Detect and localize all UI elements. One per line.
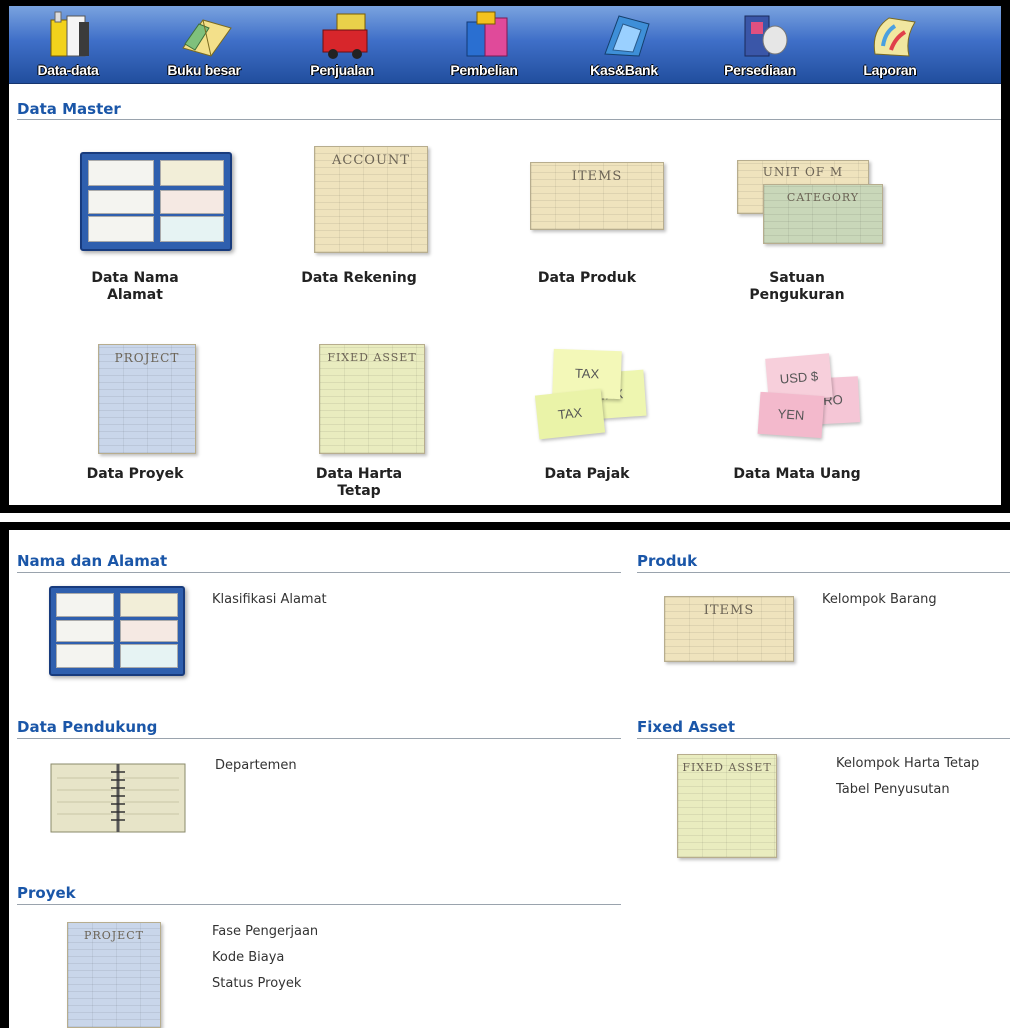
sheet-caption: ACCOUNT [332, 153, 410, 168]
section-divider [637, 572, 1010, 573]
main-toolbar: Data-data Buku besar Penjualan Pembelian… [9, 6, 1001, 84]
tile-label: Tetap [337, 483, 381, 499]
tile-label: Satuan [769, 270, 825, 286]
project-sheet-icon: PROJECT [65, 342, 205, 462]
sheet-caption: UNIT OF M [762, 165, 844, 179]
produk-title: Produk [637, 552, 698, 570]
fixed-asset-sheet-icon: FIXED ASSET [677, 754, 777, 858]
address-book-icon [65, 140, 232, 266]
tile-label: Data Proyek [86, 466, 184, 482]
toolbar-data-data-button[interactable]: Data-data [23, 8, 113, 82]
data-master-panel: Data-data Buku besar Penjualan Pembelian… [0, 0, 1010, 513]
link-departemen[interactable]: Departemen [215, 758, 297, 773]
shopping-bag-icon [466, 11, 508, 57]
currency-notes-icon: EURO USD $ YEN [727, 342, 867, 462]
tile-label: Pengukuran [749, 287, 845, 303]
toolbar-laporan-button[interactable]: Laporan [845, 8, 935, 82]
toolbar-label: Data-data [37, 62, 99, 78]
address-book-icon [49, 586, 187, 680]
tile-data-rekening[interactable]: ACCOUNT Data Rekening [289, 140, 429, 287]
tile-data-mata-uang[interactable]: EURO USD $ YEN Data Mata Uang [727, 342, 867, 483]
tile-data-harta-tetap[interactable]: FIXED ASSET Data Harta Tetap [289, 342, 429, 500]
toolbar-label: Penjualan [310, 62, 374, 78]
toolbar-persediaan-button[interactable]: Persediaan [715, 8, 805, 82]
section-divider [17, 904, 621, 905]
toolbar-kas-bank-button[interactable]: Kas&Bank [579, 8, 669, 82]
tile-satuan-pengukuran[interactable]: UNIT OF M CATEGORY Satuan Pengukuran [727, 140, 883, 304]
link-kode-biaya[interactable]: Kode Biaya [212, 950, 284, 965]
data-detail-panel: Nama dan Alamat Klasifikasi Alamat Produ… [0, 522, 1010, 1028]
tile-label: Data Mata Uang [733, 466, 861, 482]
sheet-caption: ITEMS [571, 169, 623, 184]
items-sheet-icon: ITEMS [517, 140, 664, 266]
tax-note: TAX [534, 388, 606, 440]
toolbar-penjualan-button[interactable]: Penjualan [297, 8, 387, 82]
bank-icon [604, 15, 650, 57]
currency-note: YEN [757, 391, 825, 439]
tile-data-pajak[interactable]: TAX TAX TAX Data Pajak [517, 342, 657, 483]
toolbar-label: Pembelian [450, 62, 518, 78]
tile-data-nama-alamat[interactable]: Data Nama Alamat [65, 140, 232, 304]
sheet-caption: FIXED ASSET [327, 351, 417, 364]
sheet-caption: PROJECT [114, 351, 180, 365]
proyek-title: Proyek [17, 884, 76, 902]
nama-alamat-title: Nama dan Alamat [17, 552, 168, 570]
notebook-icon [50, 763, 186, 833]
tile-label: Data Produk [537, 270, 637, 286]
items-sheet-icon: ITEMS [664, 596, 794, 662]
toolbar-pembelian-button[interactable]: Pembelian [439, 8, 529, 82]
link-tabel-penyusutan[interactable]: Tabel Penyusutan [836, 782, 950, 797]
tile-data-produk[interactable]: ITEMS Data Produk [517, 140, 664, 287]
link-kelompok-barang[interactable]: Kelompok Barang [822, 592, 937, 607]
tile-label: Alamat [107, 287, 163, 303]
project-sheet-icon: PROJECT [67, 922, 161, 1028]
toolbar-buku-besar-button[interactable]: Buku besar [159, 8, 249, 82]
toolbar-label: Persediaan [724, 62, 796, 78]
fixed-asset-sheet-icon: FIXED ASSET [289, 342, 429, 462]
section-divider [17, 572, 621, 573]
tile-label: Data Nama [91, 270, 179, 286]
tax-notes-icon: TAX TAX TAX [517, 342, 657, 462]
data-pendukung-title: Data Pendukung [17, 718, 158, 736]
toolbar-label: Laporan [863, 62, 917, 78]
sheet-caption: CATEGORY [786, 191, 860, 204]
delivery-truck-icon [322, 13, 368, 59]
sheet-caption: PROJECT [84, 929, 144, 942]
toolbar-label: Buku besar [167, 62, 241, 78]
section-divider [17, 738, 621, 739]
fixed-asset-title: Fixed Asset [637, 718, 736, 736]
link-status-proyek[interactable]: Status Proyek [212, 976, 301, 991]
ledger-book-icon [182, 19, 232, 57]
link-klasifikasi-alamat[interactable]: Klasifikasi Alamat [212, 592, 327, 607]
sheet-caption: FIXED ASSET [682, 761, 772, 774]
warehouse-icon [744, 15, 788, 57]
toolbar-label: Kas&Bank [590, 62, 658, 78]
data-master-divider [17, 119, 1001, 120]
folders-icon [50, 11, 89, 57]
report-scroll-icon [873, 17, 916, 57]
account-sheet-icon: ACCOUNT [289, 140, 429, 266]
tile-data-proyek[interactable]: PROJECT Data Proyek [65, 342, 205, 483]
data-master-title: Data Master [17, 100, 121, 118]
tile-label: Data Harta [315, 466, 403, 482]
tile-label: Data Pajak [544, 466, 630, 482]
unit-category-sheet-icon: UNIT OF M CATEGORY [727, 140, 883, 266]
section-divider [637, 738, 1010, 739]
sheet-caption: ITEMS [703, 603, 755, 618]
tile-label: Data Rekening [301, 270, 417, 286]
link-kelompok-harta-tetap[interactable]: Kelompok Harta Tetap [836, 756, 979, 771]
link-fase-pengerjaan[interactable]: Fase Pengerjaan [212, 924, 318, 939]
